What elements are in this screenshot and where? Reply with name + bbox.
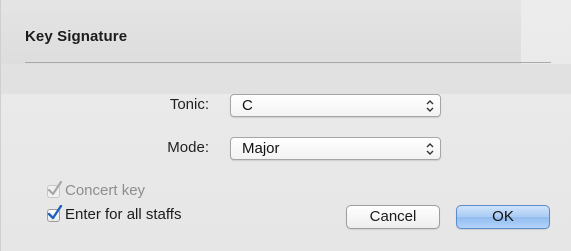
ok-button[interactable]: OK bbox=[456, 205, 550, 229]
chevron-updown-icon bbox=[426, 143, 434, 155]
chevron-updown-icon bbox=[426, 100, 434, 112]
tonic-popup[interactable]: C bbox=[230, 94, 441, 117]
mode-popup-value: Major bbox=[242, 140, 280, 157]
checkmark-icon bbox=[47, 181, 63, 196]
all-staffs-checkbox[interactable] bbox=[47, 205, 63, 222]
all-staffs-label: Enter for all staffs bbox=[65, 206, 182, 223]
mode-label: Mode: bbox=[167, 139, 209, 156]
title-separator bbox=[25, 62, 551, 63]
dialog-title: Key Signature bbox=[25, 28, 128, 45]
checkmark-icon bbox=[47, 205, 63, 220]
cancel-button[interactable]: Cancel bbox=[346, 205, 440, 229]
tonic-popup-value: C bbox=[242, 97, 253, 114]
key-signature-sheet: Key Signature Tonic: C Mode: Major Conce… bbox=[0, 0, 571, 251]
concert-key-label: Concert key bbox=[65, 182, 146, 199]
mode-popup[interactable]: Major bbox=[230, 137, 441, 160]
tonic-label: Tonic: bbox=[169, 96, 209, 113]
background-window-strip bbox=[1, 64, 571, 94]
concert-key-checkbox[interactable] bbox=[47, 181, 63, 198]
